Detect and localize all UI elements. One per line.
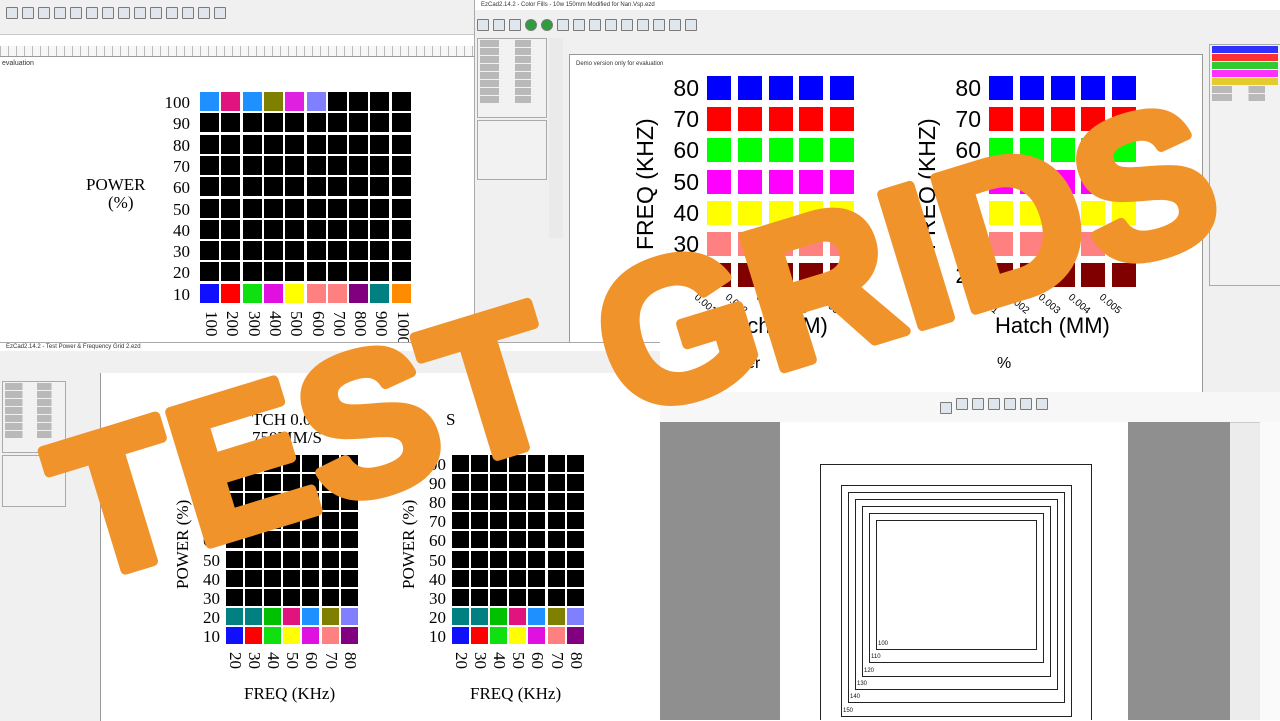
banner-text: TEST GRIDS: [28, 60, 1241, 624]
test-grids-banner: TEST GRIDS: [23, 55, 1246, 629]
